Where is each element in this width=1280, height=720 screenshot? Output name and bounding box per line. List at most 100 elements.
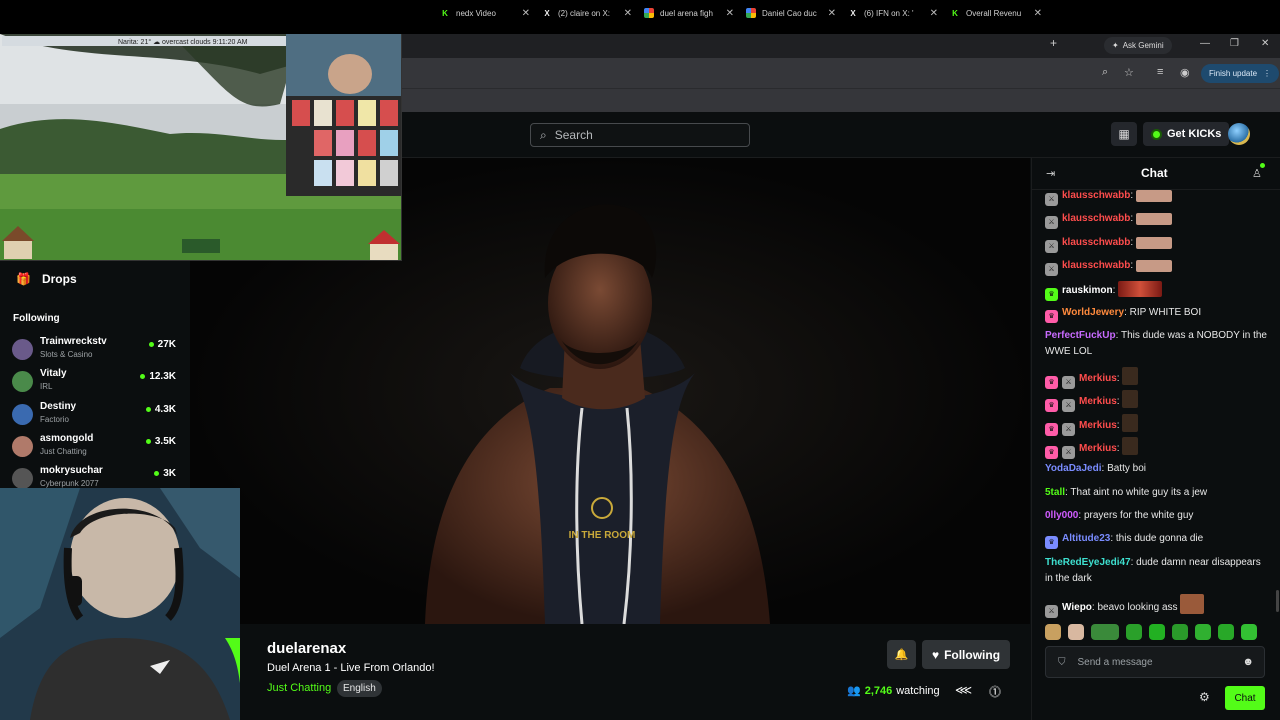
google-favicon-icon <box>746 8 756 18</box>
collapse-chat-icon[interactable]: ⇥ <box>1046 167 1055 180</box>
followed-channel[interactable]: asmongold Just Chatting 3.5K <box>12 433 176 463</box>
emoji-icon[interactable]: ☻ <box>1242 656 1254 668</box>
following-heading: Following <box>13 313 60 324</box>
viewer-count: 4.3K <box>145 404 176 415</box>
weather-camera-scene: Narita: 21° ☁ overcast clouds 9:11:20 AM <box>0 34 401 260</box>
gemini-sparkle-icon: ✦ <box>1112 41 1119 50</box>
minimize-icon[interactable]: — <box>1200 38 1210 49</box>
chat-username[interactable]: YodaDaJedi <box>1045 463 1102 474</box>
tab-close-icon[interactable]: ✕ <box>522 8 530 19</box>
viewer-count: 3.5K <box>145 436 176 447</box>
emote-button[interactable] <box>1195 624 1211 640</box>
tab-close-icon[interactable]: ✕ <box>726 8 734 19</box>
chat-username[interactable]: Merkius <box>1079 396 1117 407</box>
svg-text:IN THE ROOM: IN THE ROOM <box>569 530 636 541</box>
chat-username[interactable]: klausschwabb <box>1062 213 1130 224</box>
emote-button[interactable] <box>1241 624 1257 640</box>
viewer-count-value: 4.3K <box>154 404 176 415</box>
chat-settings-gear-icon[interactable]: ⚙ <box>1199 690 1210 704</box>
red-emote <box>1118 281 1163 297</box>
chat-username[interactable]: 0lly000 <box>1045 510 1078 521</box>
sword-badge-icon: ⚔ <box>1045 216 1058 229</box>
chat-message: ♛ WorldJewery: RIP WHITE BOI <box>1045 305 1267 323</box>
emote-button[interactable] <box>1126 624 1142 640</box>
emote-button[interactable] <box>1045 624 1061 640</box>
chat-username[interactable]: WorldJewery <box>1062 307 1124 318</box>
emote-bar <box>1045 622 1270 642</box>
dashboard-icon[interactable]: ▦ <box>1111 122 1137 146</box>
tab-label: (6) IFN on X: ' <box>864 8 914 18</box>
emote-button[interactable] <box>1068 624 1084 640</box>
share-icon[interactable]: ⋘ <box>955 683 972 697</box>
chat-message-input[interactable]: ⛉ Send a message ☻ <box>1045 646 1265 678</box>
live-dot-icon <box>154 471 160 476</box>
chat-scrollbar[interactable] <box>1276 590 1279 612</box>
emote-button[interactable] <box>1149 624 1165 640</box>
bookmark-star-icon[interactable]: ☆ <box>1124 66 1134 79</box>
ask-gemini-button[interactable]: ✦ Ask Gemini <box>1104 37 1172 54</box>
notification-bell-icon[interactable]: 🔔 <box>887 640 916 669</box>
channel-name: Trainwreckstv <box>40 336 107 347</box>
chat-send-button[interactable]: Chat <box>1225 686 1265 710</box>
chat-username[interactable]: Merkius <box>1079 443 1117 454</box>
chat-username[interactable]: PerfectFuckUp <box>1045 330 1116 341</box>
browser-tab[interactable]: K Overall Revenu ✕ <box>950 3 1042 23</box>
chat-username[interactable]: klausschwabb <box>1062 260 1130 271</box>
chat-message: ⚔ klausschwabb: <box>1045 235 1267 253</box>
browser-tab[interactable]: duel arena figh ✕ <box>644 3 734 23</box>
drops-label: Drops <box>41 272 77 286</box>
user-avatar[interactable] <box>1228 123 1250 145</box>
chat-username[interactable]: klausschwabb <box>1062 237 1130 248</box>
subscriber-badge-icon: ♛ <box>1045 536 1058 549</box>
weather-camera-overlay: Narita: 21° ☁ overcast clouds 9:11:20 AM <box>0 34 402 261</box>
chat-username[interactable]: Merkius <box>1079 373 1117 384</box>
tab-label: Daniel Cao duc <box>762 8 817 18</box>
chat-username[interactable]: Merkius <box>1079 420 1117 431</box>
finish-update-button[interactable]: Finish update ⋮ <box>1201 64 1280 83</box>
chat-username[interactable]: 5tall <box>1045 487 1065 498</box>
channel-name[interactable]: duelarenax <box>267 640 346 657</box>
followed-channel[interactable]: Destiny Factorio 4.3K <box>12 401 176 431</box>
reading-list-icon[interactable]: ≡ <box>1157 66 1163 78</box>
emote-button[interactable] <box>1218 624 1234 640</box>
profile-icon[interactable]: ◉ <box>1180 66 1190 79</box>
close-window-icon[interactable]: ✕ <box>1261 38 1269 49</box>
browser-tab[interactable]: X (2) claire on X: ✕ <box>542 3 632 23</box>
zoom-icon[interactable]: ⌕ <box>1102 66 1108 79</box>
report-icon[interactable]: ⓵ <box>989 683 1001 700</box>
emote-button[interactable] <box>1091 624 1119 640</box>
channel-name: asmongold <box>40 433 94 444</box>
tab-close-icon[interactable]: ✕ <box>1034 8 1042 19</box>
channel-category: Cyberpunk 2077 <box>40 479 99 488</box>
chat-username[interactable]: TheRedEyeJedi47 <box>1045 557 1131 568</box>
chat-username[interactable]: Altitude23 <box>1062 533 1110 544</box>
chat-message: ⚔ klausschwabb: <box>1045 258 1267 276</box>
followed-channel[interactable]: Vitaly IRL 12.3K <box>12 368 176 398</box>
tab-close-icon[interactable]: ✕ <box>930 8 938 19</box>
language-tag[interactable]: English <box>337 680 382 697</box>
chat-users-icon[interactable]: ♙ <box>1252 163 1265 180</box>
browser-tab[interactable]: K nedx Video ✕ <box>440 3 530 23</box>
followed-channel[interactable]: Trainwreckstv Slots & Casino 27K <box>12 336 176 366</box>
hand-emote <box>1135 190 1172 202</box>
new-tab-icon[interactable]: + <box>1050 36 1057 50</box>
search-input[interactable]: ⌕ Search <box>530 123 750 147</box>
maximize-icon[interactable]: ❐ <box>1230 38 1239 49</box>
get-kicks-button[interactable]: Get KICKs <box>1143 122 1230 146</box>
chat-message: 5tall: That aint no white guy its a jew <box>1045 487 1208 498</box>
chat-username[interactable]: Wiepo <box>1062 602 1092 613</box>
chat-username[interactable]: klausschwabb <box>1062 190 1130 201</box>
viewer-count-value: 2,746 <box>864 684 893 697</box>
emote-button[interactable] <box>1172 624 1188 640</box>
following-button[interactable]: ♥ Following <box>922 640 1010 669</box>
browser-tab[interactable]: Daniel Cao duc ✕ <box>746 3 836 23</box>
tab-close-icon[interactable]: ✕ <box>624 8 632 19</box>
chat-username[interactable]: rauskimon <box>1062 285 1113 296</box>
tab-close-icon[interactable]: ✕ <box>828 8 836 19</box>
avatar <box>12 404 33 425</box>
sidebar-item-drops[interactable]: 🎁 Drops <box>16 272 77 286</box>
stream-category-link[interactable]: Just Chatting <box>267 682 331 694</box>
browser-tab[interactable]: X (6) IFN on X: ' ✕ <box>848 3 938 23</box>
shield-icon: ⛉ <box>1058 656 1066 668</box>
chat-message: ♛ ⚔ Merkius: <box>1045 367 1267 389</box>
